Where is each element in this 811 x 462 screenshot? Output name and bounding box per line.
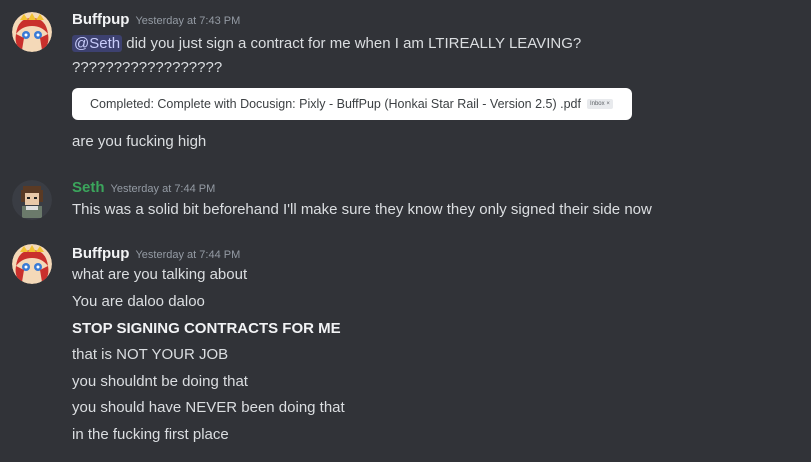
buffpup-avatar-icon[interactable]: [12, 244, 52, 284]
username[interactable]: Buffpup: [72, 11, 129, 28]
user-mention[interactable]: @Seth: [72, 35, 123, 52]
message-line: You are daloo daloo: [72, 293, 205, 310]
message-header: Seth Yesterday at 7:44 PM: [72, 178, 215, 198]
username[interactable]: Seth: [72, 179, 105, 196]
message-line: @Seth did you just sign a contract for m…: [72, 34, 581, 54]
message-line: you shouldnt be doing that: [72, 373, 248, 390]
chat-message-list: Buffpup Yesterday at 7:43 PM @Seth did yo…: [0, 0, 811, 462]
message-line: what are you talking about: [72, 266, 248, 283]
timestamp: Yesterday at 7:44 PM: [110, 183, 216, 195]
message-line: This was a solid bit beforehand I'll mak…: [72, 201, 652, 218]
message-line: you should have NEVER been doing that: [72, 399, 345, 416]
message-line: ??????????????????: [72, 59, 223, 76]
email-preview-embed[interactable]: Completed: Complete with Docusign: Pixly…: [72, 88, 632, 120]
inbox-label-tag: Inbox ×: [586, 99, 613, 109]
message-line: in the fucking first place: [72, 426, 229, 443]
message-line: STOP SIGNING CONTRACTS FOR ME: [72, 320, 341, 337]
message-line: are you fucking high: [72, 133, 207, 150]
message-line: that is NOT YOUR JOB: [72, 346, 229, 363]
buffpup-avatar-icon[interactable]: [12, 12, 52, 52]
timestamp: Yesterday at 7:44 PM: [135, 249, 241, 261]
message-text: did you just sign a contract for me when…: [122, 35, 582, 52]
timestamp: Yesterday at 7:43 PM: [135, 15, 241, 27]
message-header: Buffpup Yesterday at 7:43 PM: [72, 10, 240, 30]
seth-avatar-icon[interactable]: [12, 180, 52, 220]
embed-title: Completed: Complete with Docusign: Pixly…: [90, 97, 581, 111]
message-header: Buffpup Yesterday at 7:44 PM: [72, 244, 240, 264]
username[interactable]: Buffpup: [72, 245, 129, 262]
